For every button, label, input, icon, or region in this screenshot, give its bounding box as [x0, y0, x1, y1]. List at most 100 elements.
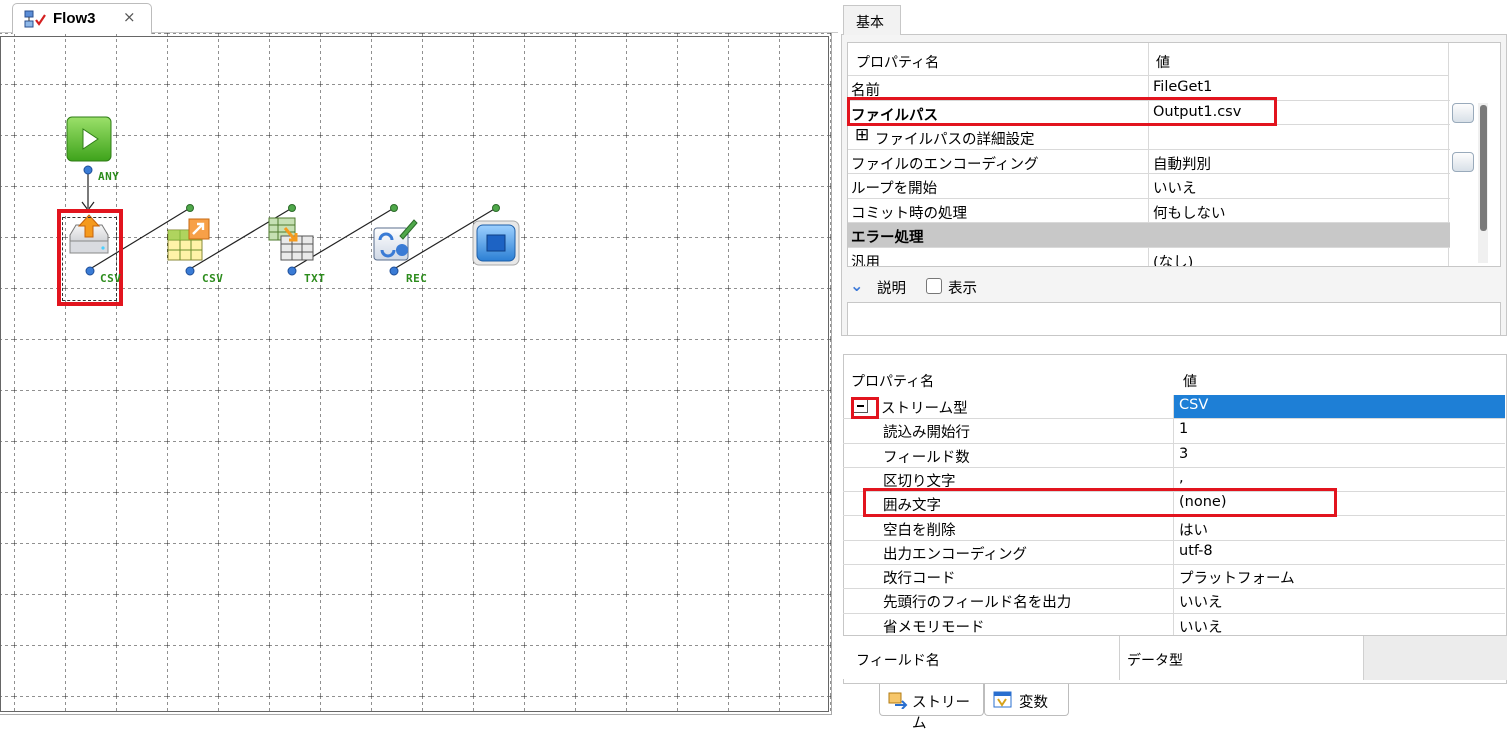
prop-name: ファイルパス	[851, 107, 938, 124]
csv-convert-icon	[167, 218, 210, 261]
prop-name: 読込み開始行	[883, 425, 970, 442]
stream-row-output-encoding[interactable]: 出力エンコーディング utf-8	[843, 540, 1505, 566]
header-value: 値	[1156, 55, 1170, 71]
port-label-csv-1: CSV	[100, 272, 122, 285]
prop-section-error: エラー処理	[848, 223, 1450, 248]
tab-stream[interactable]: ストリーム	[879, 684, 984, 732]
field-table-header: フィールド名 データ型	[843, 635, 1507, 680]
prop-name: ストリーム型	[881, 401, 968, 417]
collapse-icon[interactable]	[853, 398, 868, 413]
stream-row-delimiter[interactable]: 区切り文字 ,	[843, 467, 1505, 493]
stream-row-newline[interactable]: 改行コード プラットフォーム	[843, 565, 1505, 590]
prop-value[interactable]: プラットフォーム	[1179, 567, 1295, 588]
property-table-header: プロパティ名 値	[848, 43, 1450, 76]
csv-convert-node[interactable]	[165, 216, 213, 268]
prop-name: 名前	[851, 83, 880, 99]
section-title: エラー処理	[851, 230, 924, 246]
prop-value[interactable]: utf-8	[1179, 543, 1213, 559]
prop-value[interactable]: 自動判別	[1153, 153, 1211, 174]
double-chevron-down-icon[interactable]: ⌄	[850, 276, 863, 295]
tab-stream-label: ストリーム	[912, 695, 970, 732]
prop-value[interactable]: (none)	[1179, 494, 1227, 510]
prop-name: 省メモリモード	[883, 619, 985, 635]
tab-variables-label: 変数	[1019, 695, 1048, 711]
prop-value[interactable]: (なし)	[1153, 251, 1193, 267]
prop-row-commit[interactable]: コミット時の処理 何もしない	[848, 198, 1450, 223]
file-path-browse-button[interactable]	[1452, 103, 1474, 123]
stream-row-trim-space[interactable]: 空白を削除 はい	[843, 516, 1505, 541]
encoding-browse-button[interactable]	[1452, 152, 1474, 172]
description-text-area[interactable]	[847, 302, 1501, 336]
port-label-csv-2: CSV	[202, 272, 224, 285]
port-label-any: ANY	[98, 170, 120, 183]
prop-value[interactable]: Output1.csv	[1153, 104, 1241, 120]
prop-row-encoding[interactable]: ファイルのエンコーディング 自動判別	[848, 149, 1450, 174]
stream-property-table: プロパティ名 値 ストリーム型 CSV 読込み開始行 1 フィールド数 3 区切…	[843, 365, 1507, 635]
prop-value[interactable]: いいえ	[1153, 177, 1197, 198]
show-description-checkbox[interactable]	[926, 278, 942, 294]
stream-row-field-count[interactable]: フィールド数 3	[843, 443, 1505, 468]
tab-variables[interactable]: 変数	[984, 684, 1069, 716]
flow-connectors	[81, 165, 500, 276]
expand-icon[interactable]: ⊞	[855, 125, 869, 145]
column-data-type[interactable]: データ型	[1127, 650, 1183, 670]
prop-name: 改行コード	[883, 571, 956, 588]
stop-icon	[472, 220, 520, 266]
prop-value[interactable]: いいえ	[1179, 591, 1223, 612]
prop-name: 空白を削除	[883, 522, 956, 539]
show-label: 表示	[948, 281, 977, 297]
prop-value[interactable]: はい	[1179, 519, 1208, 540]
header-value: 値	[1183, 374, 1197, 390]
prop-name: ファイルのエンコーディング	[851, 156, 1039, 173]
prop-name: ループを開始	[851, 181, 938, 197]
prop-name: 区切り文字	[883, 473, 956, 490]
prop-value[interactable]: 何もしない	[1153, 202, 1226, 223]
column-field-name[interactable]: フィールド名	[856, 650, 940, 670]
tab-flow3[interactable]: Flow3 ×	[12, 3, 152, 34]
prop-value[interactable]: 1	[1179, 421, 1188, 437]
close-icon[interactable]: ×	[123, 8, 136, 26]
stream-type-row[interactable]: ストリーム型 CSV	[843, 395, 1505, 420]
prop-name: 先頭行のフィールド名を出力	[883, 595, 1072, 612]
stream-icon	[888, 691, 908, 710]
scrollbar-thumb[interactable]	[1480, 105, 1487, 231]
port-label-rec: REC	[406, 272, 428, 285]
prop-row-generic[interactable]: 汎用 (なし)	[848, 247, 1450, 267]
stream-row-header-output[interactable]: 先頭行のフィールド名を出力 いいえ	[843, 589, 1505, 614]
node-focus-outline	[62, 217, 117, 301]
start-node[interactable]	[66, 116, 112, 166]
prop-value[interactable]: 3	[1179, 446, 1188, 462]
prop-name: ファイルパスの詳細設定	[875, 132, 1035, 148]
end-node[interactable]	[472, 220, 520, 270]
flow-canvas[interactable]: ANY CSV CSV TXT REC	[0, 33, 832, 715]
prop-name: 出力エンコーディング	[883, 546, 1027, 563]
header-property-name: プロパティ名	[851, 374, 935, 390]
stream-table-header: プロパティ名 値	[843, 365, 1505, 395]
tab-label: Flow3	[53, 10, 96, 27]
header-property-name: プロパティ名	[856, 55, 940, 71]
flow-diagram-icon	[24, 10, 46, 30]
flow-editor: Flow3 × ANY CSV CSV TXT REC	[0, 0, 838, 718]
bottom-tab-strip: ストリーム 変数	[843, 684, 1507, 732]
prop-value[interactable]: ,	[1179, 470, 1184, 486]
prop-row-name[interactable]: 名前 FileGet1	[848, 76, 1450, 101]
prop-row-file-path-details[interactable]: ファイルパスの詳細設定 ⊞	[848, 125, 1450, 150]
variable-icon	[993, 691, 1013, 709]
prop-name: 汎用	[851, 254, 880, 267]
prop-value[interactable]: いいえ	[1179, 616, 1223, 635]
tab-basic[interactable]: 基本	[843, 5, 901, 35]
description-bar: ⌄ 説明 表示	[847, 270, 1501, 302]
stream-row-quote-char[interactable]: 囲み文字 (none)	[843, 492, 1505, 517]
start-play-icon	[66, 116, 112, 162]
record-node[interactable]	[370, 214, 420, 268]
txt-convert-node[interactable]	[267, 214, 317, 268]
stream-row-start-line[interactable]: 読込み開始行 1	[843, 419, 1505, 444]
prop-value[interactable]: FileGet1	[1153, 79, 1212, 95]
stream-row-memory-saving[interactable]: 省メモリモード いいえ	[843, 613, 1505, 635]
prop-name: コミット時の処理	[851, 205, 967, 222]
prop-row-file-path[interactable]: ファイルパス Output1.csv	[848, 100, 1450, 125]
record-edit-icon	[373, 219, 418, 261]
prop-row-start-loop[interactable]: ループを開始 いいえ	[848, 174, 1450, 199]
prop-value[interactable]: CSV	[1179, 397, 1208, 413]
prop-name: フィールド数	[883, 449, 970, 466]
